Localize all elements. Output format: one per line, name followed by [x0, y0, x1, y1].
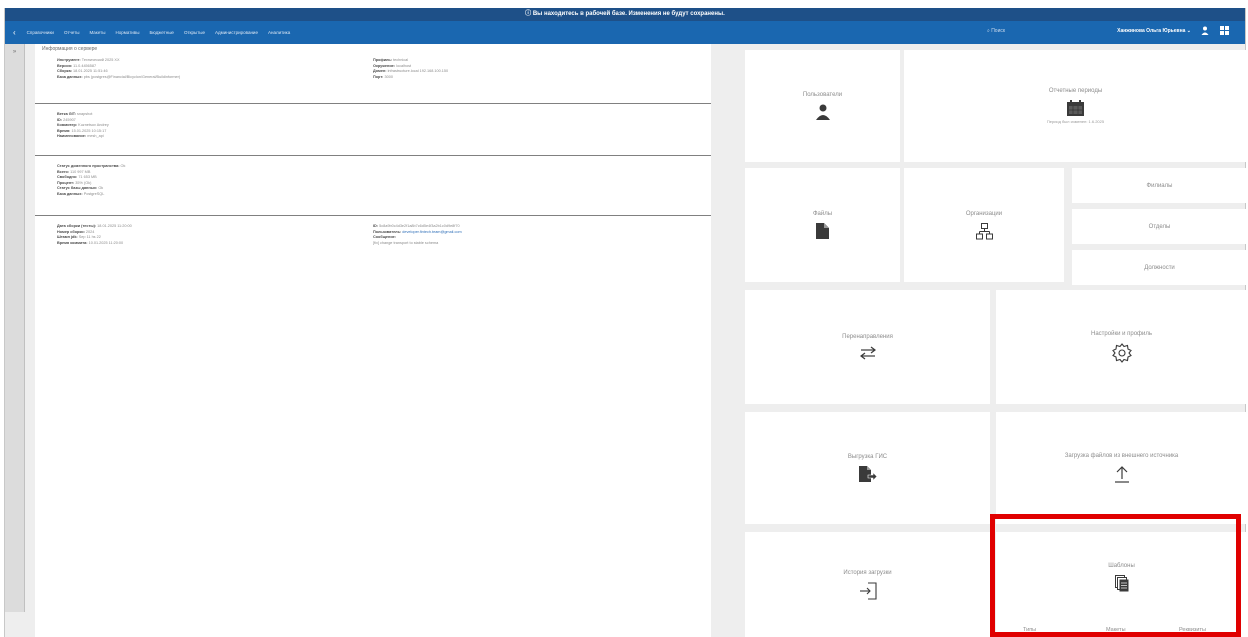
left-sidebar: » [5, 44, 25, 612]
file-icon [816, 223, 829, 239]
calendar-icon [1067, 100, 1084, 116]
info-section-tests: Дата сборки (тесты): 18.01.2025 11:20:00… [35, 216, 711, 256]
tile-files[interactable]: Файлы [745, 168, 900, 282]
info-row: База данных: pbs (postgres@Financial/Bic… [57, 74, 181, 79]
user-icon [815, 104, 830, 120]
tile-settings-profile[interactable]: Настройки и профиль [996, 290, 1247, 404]
templates-layouts-link[interactable]: Макеты [1106, 627, 1126, 633]
app-window: ⓘ Вы находитесь в рабочей базе. Изменени… [4, 8, 1247, 637]
info-section-storage: Статус доменного пространства: Ok Всего:… [35, 156, 711, 216]
menu-item-admin[interactable]: Администрирование [210, 30, 263, 35]
tile-reporting-periods[interactable]: Отчетные периоды Период был изменен: 1.6… [904, 50, 1247, 162]
user-menu[interactable]: Ханжинова Ольга Юрьевна ⌄ [1117, 28, 1191, 34]
server-info-panel: Информация о сервере Инструмент: Техниче… [35, 44, 711, 637]
menu-item-norms[interactable]: Нормативы [110, 30, 144, 35]
info-row: База данных: PostgreSQL [57, 191, 105, 196]
info-section-build: Инструмент: Технический 2025 ХХ Версия: … [35, 54, 711, 104]
user-icon[interactable] [1201, 26, 1209, 37]
tile-upload-history[interactable]: История загрузки [745, 532, 990, 637]
templates-types-link[interactable]: Типы [1023, 627, 1036, 633]
menu-item-budget[interactable]: Бюджетные [144, 30, 179, 35]
tiles-grid: Пользователи Отчетные периоды Период был… [711, 44, 1247, 637]
tile-positions[interactable]: Должности [1072, 250, 1247, 285]
tile-redirects[interactable]: Перенаправления [745, 290, 990, 404]
org-structure-icon [975, 222, 993, 239]
tile-users[interactable]: Пользователи [745, 50, 900, 162]
menu-item-reports[interactable]: Отчеты [59, 30, 85, 35]
email-link[interactable]: developer.fintech.team@gmail.com [402, 230, 461, 234]
menu-item-analytics[interactable]: Аналитика [263, 30, 295, 35]
menu-item-references[interactable]: Справочники [22, 30, 59, 35]
info-row: Наименование: mesh_api [57, 134, 104, 139]
info-section-git: Ветка GIT: snapshot ID: 245907 Коммитер:… [35, 104, 711, 156]
top-menu-bar: ‹ Справочники Отчеты Макеты Нормативы Бю… [5, 21, 1245, 44]
info-title: Информация о сервере [42, 46, 98, 52]
tile-filials[interactable]: Филиалы [1072, 168, 1247, 203]
login-icon [859, 581, 877, 600]
tile-templates[interactable]: Шаблоны [996, 532, 1247, 637]
info-row: [fix] change transport to stable schema [373, 240, 439, 245]
templates-requisites-link[interactable]: Реквизиты [1179, 627, 1206, 633]
upload-icon [1114, 466, 1129, 483]
tile-gis-upload[interactable]: Выгрузка ГИС [745, 412, 990, 524]
info-row: Порт: 3000 [373, 74, 393, 79]
sidebar-toggle-icon[interactable]: » [10, 48, 20, 56]
gear-icon [1111, 343, 1132, 363]
file-export-icon [858, 466, 877, 482]
environment-banner: ⓘ Вы находитесь в рабочей базе. Изменени… [5, 8, 1245, 21]
tile-departments[interactable]: Отделы [1072, 209, 1247, 244]
info-row: Время коммита: 10.01.2025 11:20:00 [57, 240, 124, 245]
search-input[interactable]: ⌕ Поиск [987, 28, 1005, 34]
tile-external-upload[interactable]: Загрузка файлов из внешнего источника [996, 412, 1247, 524]
back-icon[interactable]: ‹ [5, 28, 22, 37]
menu-item-layouts[interactable]: Макеты [85, 30, 111, 35]
menu-item-open[interactable]: Открытые [179, 30, 210, 35]
tile-organizations[interactable]: Организации [904, 168, 1064, 282]
documents-icon [1114, 575, 1128, 592]
grid-icon[interactable] [1220, 26, 1229, 37]
swap-arrows-icon [859, 346, 876, 360]
